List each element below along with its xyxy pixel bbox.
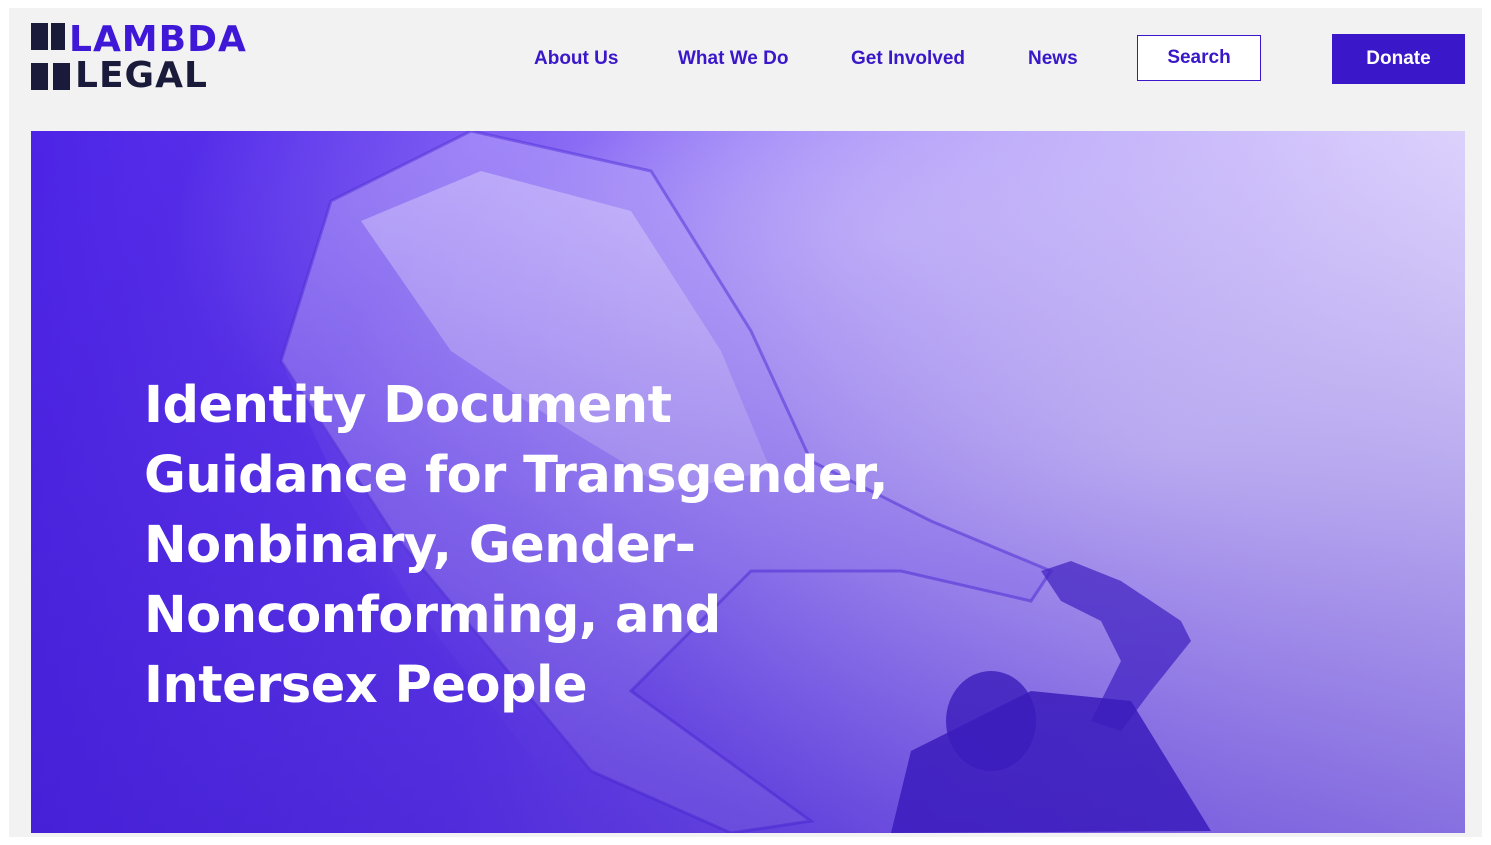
lambda-legal-logo[interactable]: LAMBDA LEGAL [31,19,293,96]
nav-news[interactable]: News [1028,48,1078,70]
nav-get-involved[interactable]: Get Involved [851,48,965,70]
logo-square-icon [31,63,48,90]
logo-square-icon [31,23,48,50]
logo-square-icon [53,63,70,90]
page-frame: LAMBDA LEGAL About Us What We Do Get Inv… [9,8,1482,837]
nav-about-us[interactable]: About Us [534,48,618,70]
donate-button[interactable]: Donate [1332,34,1465,84]
hero-banner: Identity Document Guidance for Transgend… [31,131,1465,833]
logo-text-legal: LEGAL [75,55,208,96]
search-button[interactable]: Search [1137,35,1261,81]
nav-what-we-do[interactable]: What We Do [678,48,788,70]
page-title: Identity Document Guidance for Transgend… [144,376,889,715]
site-header: LAMBDA LEGAL About Us What We Do Get Inv… [9,8,1482,130]
logo-square-icon [51,23,65,50]
logo-text-lambda: LAMBDA [69,19,247,60]
